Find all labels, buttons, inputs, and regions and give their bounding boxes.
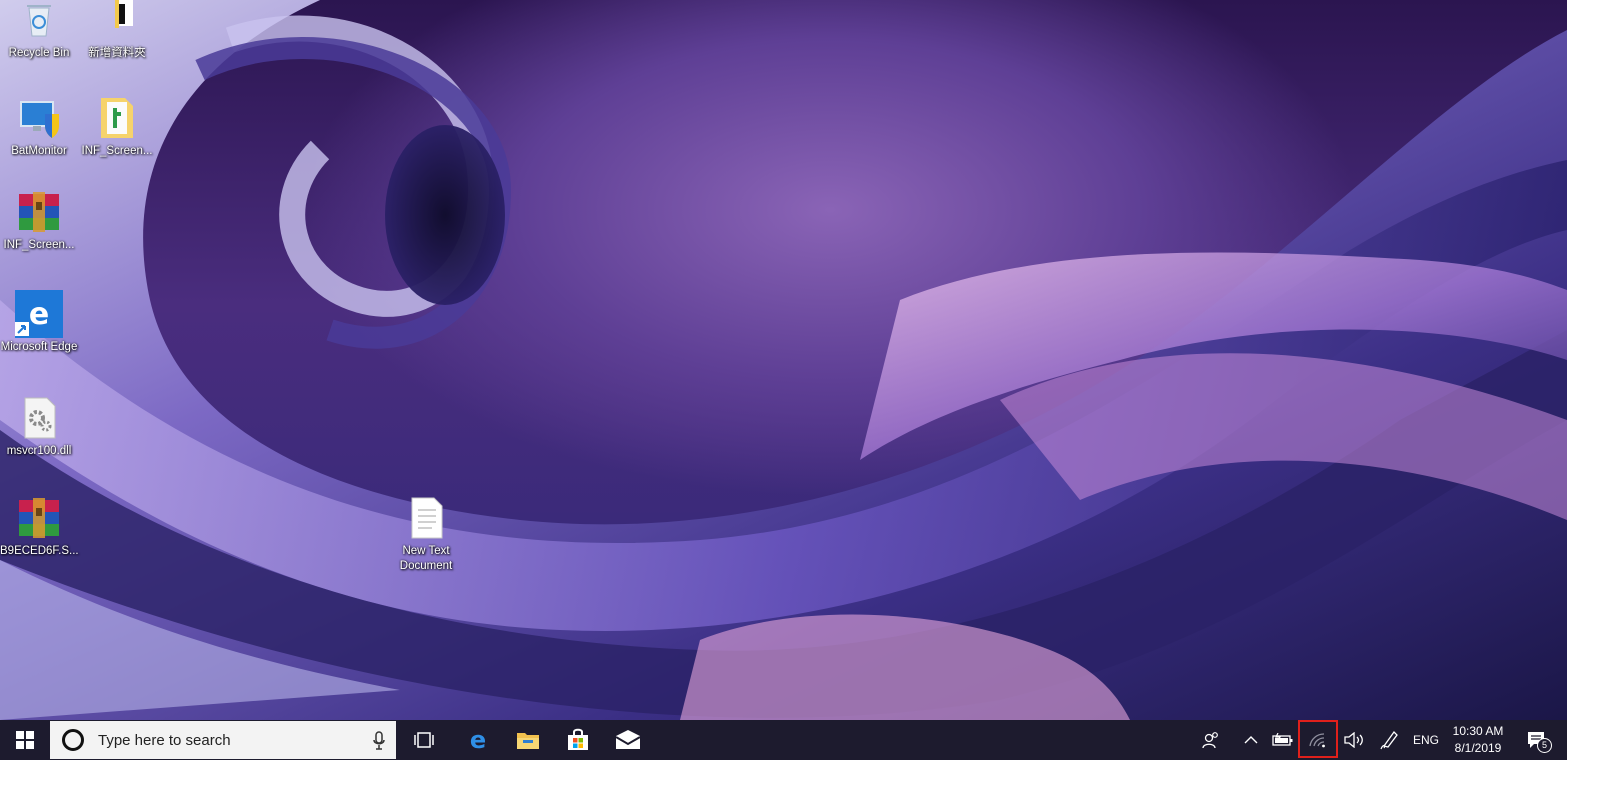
desktop-icon-label: BatMonitor — [11, 145, 67, 157]
notification-count-badge: 5 — [1537, 738, 1552, 753]
pen-icon — [1380, 730, 1398, 750]
desktop-icon-label: B9ECED6F.S... — [0, 545, 79, 557]
zip-folder-icon — [93, 94, 141, 142]
desktop-icon-label: Microsoft Edge — [0, 341, 78, 353]
file-explorer-icon — [517, 733, 539, 749]
task-view-button[interactable] — [404, 720, 444, 760]
notification-icon: 5 — [1526, 730, 1552, 753]
dll-file-icon — [15, 394, 63, 442]
taskbar-file-explorer-button[interactable] — [506, 720, 550, 760]
wallpaper — [0, 0, 1567, 720]
svg-text:e: e — [470, 728, 486, 752]
search-input[interactable]: Type here to search — [98, 732, 231, 749]
desktop-icon-batmonitor[interactable]: BatMonitor — [0, 94, 78, 159]
desktop-icon-microsoft-edge[interactable]: e Microsoft Edge — [0, 290, 78, 355]
winrar-archive-icon — [15, 494, 63, 542]
desktop-icon-msvcr100-dll[interactable]: msvcr100.dll — [0, 394, 78, 459]
desktop-icon-recycle-bin[interactable]: Recycle Bin — [0, 0, 78, 61]
people-icon — [1202, 732, 1218, 749]
desktop-icon-inf-screen-folder[interactable]: INF_Screen... — [78, 94, 156, 159]
battery-button[interactable] — [1268, 720, 1298, 760]
windows-logo-icon — [16, 731, 34, 749]
edge-icon: e — [470, 728, 486, 752]
desktop-icon-label: 新增資料夾 — [88, 47, 146, 59]
chevron-up-icon — [1244, 736, 1258, 744]
desktop-icon-label: Recycle Bin — [8, 47, 70, 59]
desktop-icon-new-text-document[interactable]: New Text Document — [387, 494, 465, 574]
desktop-icon-b9eced6f-archive[interactable]: B9ECED6F.S... — [0, 494, 79, 559]
action-center-button[interactable]: 5 — [1516, 720, 1556, 760]
microphone-icon[interactable] — [372, 731, 386, 751]
pen-workspace-button[interactable] — [1374, 720, 1406, 760]
desktop-icon-inf-screen-archive[interactable]: INF_Screen... — [0, 188, 78, 253]
folder-icon — [93, 0, 141, 44]
desktop-screen: Recycle Bin 新增資料夾 BatMonitor INF_Screen.… — [0, 0, 1567, 760]
volume-button[interactable] — [1338, 720, 1370, 760]
edge-shortcut-icon: e — [15, 290, 63, 338]
desktop-icon-label: INF_Screen... — [81, 145, 153, 157]
search-box[interactable]: Type here to search — [50, 721, 396, 759]
clock[interactable]: 10:30 AM 8/1/2019 — [1446, 723, 1510, 757]
svg-text:e: e — [29, 297, 49, 332]
mail-icon — [615, 730, 641, 749]
winrar-archive-icon — [15, 188, 63, 236]
taskbar-mail-button[interactable] — [606, 720, 650, 760]
taskbar-store-button[interactable] — [556, 720, 600, 760]
taskbar-edge-button[interactable]: e — [456, 720, 500, 760]
clock-date: 8/1/2019 — [1454, 741, 1502, 755]
desktop-icon-new-folder[interactable]: 新增資料夾 — [78, 0, 156, 61]
people-button[interactable] — [1194, 720, 1228, 760]
input-language-indicator[interactable]: ENG — [1408, 720, 1444, 760]
desktop-icon-label: INF_Screen... — [3, 239, 75, 251]
desktop-icon-label: msvcr100.dll — [6, 445, 72, 457]
desktop-icon-label: New Text Document — [399, 545, 453, 572]
highlight-box — [1298, 720, 1338, 758]
speaker-icon — [1344, 732, 1363, 748]
recycle-bin-icon — [15, 0, 63, 44]
cortana-icon — [62, 729, 84, 751]
text-document-icon — [402, 494, 450, 542]
store-icon — [568, 728, 588, 750]
task-view-icon — [414, 732, 434, 748]
show-hidden-icons-button[interactable] — [1238, 720, 1264, 760]
start-button[interactable] — [0, 720, 50, 760]
battery-charging-icon — [1272, 733, 1293, 746]
monitor-shield-icon — [15, 94, 63, 142]
clock-time: 10:30 AM — [1452, 724, 1504, 738]
